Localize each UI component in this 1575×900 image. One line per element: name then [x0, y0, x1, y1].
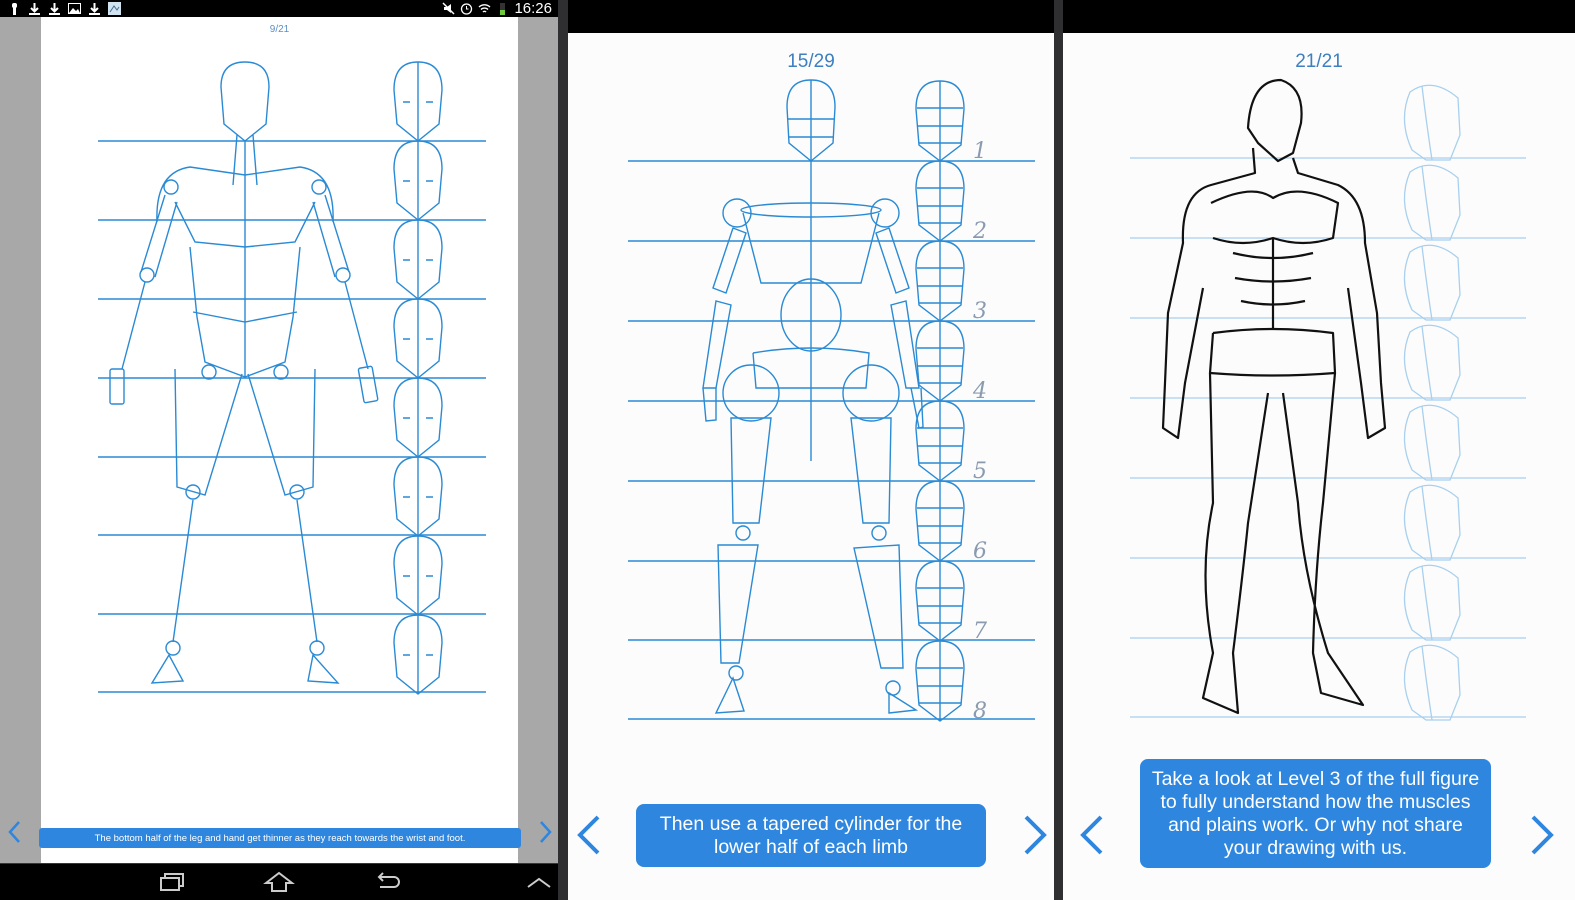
- top-band: [1063, 0, 1575, 33]
- app-thumbnail-icon: [108, 2, 121, 15]
- head-centerline: [1421, 485, 1433, 561]
- joint: [309, 640, 325, 656]
- clock: 16:26: [514, 0, 552, 17]
- joint: [728, 665, 744, 681]
- joint: [735, 525, 751, 541]
- shorts: [1208, 327, 1337, 377]
- tutorial-panel-1: 16:26 9/21 The bottom half of the leg an…: [0, 0, 558, 900]
- tutorial-panel-3: 21/21 Take a look at Level 3 of the full…: [1063, 33, 1575, 900]
- head-number: 3: [973, 299, 987, 324]
- joint: [311, 179, 327, 195]
- joint: [201, 364, 217, 380]
- head-number: 7: [973, 619, 987, 644]
- head-centerline: [1421, 405, 1433, 481]
- previous-page-button[interactable]: [1075, 811, 1109, 859]
- download-icon: [89, 3, 100, 15]
- back-icon[interactable]: [370, 869, 404, 895]
- head-unit-3d: [1403, 564, 1461, 641]
- instruction-caption: Take a look at Level 3 of the full figur…: [1140, 759, 1491, 868]
- head-number: 5: [973, 459, 987, 484]
- head-grid: [787, 80, 835, 161]
- status-bar: 16:26: [0, 0, 558, 17]
- system-icons: 16:26: [442, 0, 552, 17]
- head-unit-3d: [1403, 484, 1461, 561]
- figure-drawing-proportions: [98, 61, 486, 695]
- instruction-caption: The bottom half of the leg and hand get …: [39, 828, 521, 848]
- next-page-button[interactable]: [535, 818, 555, 846]
- lower-leg-tapered-cylinder: [717, 544, 904, 669]
- notification-icons: [8, 0, 121, 17]
- hand: [357, 365, 379, 404]
- pectorals: [1210, 190, 1340, 245]
- download-icon: [49, 3, 60, 15]
- hand: [109, 368, 125, 405]
- head-unit-3d: [1403, 244, 1461, 321]
- next-page-button[interactable]: [1018, 811, 1052, 859]
- head-centerline: [1421, 645, 1433, 721]
- head-number: 2: [972, 219, 987, 244]
- head-unit-3d: [1403, 324, 1461, 401]
- head-unit-3d: [1403, 404, 1461, 481]
- figure-head: [1246, 78, 1303, 163]
- head-number: 1: [973, 139, 987, 164]
- android-nav-bar: [0, 863, 558, 900]
- download-icon: [29, 3, 40, 15]
- joint: [885, 680, 901, 696]
- head-centerline: [1421, 245, 1433, 321]
- head-number: 8: [973, 699, 987, 724]
- panel-divider: [558, 0, 568, 900]
- head-number: 4: [972, 379, 987, 404]
- usb-icon: [12, 3, 17, 15]
- joint: [165, 640, 181, 656]
- joint: [163, 179, 179, 195]
- head-unit-3d: [1403, 164, 1461, 241]
- previous-page-button[interactable]: [572, 811, 606, 859]
- menu-up-icon[interactable]: [522, 869, 556, 895]
- tutorial-page: 9/21: [41, 17, 518, 863]
- head-centerline: [1421, 85, 1433, 161]
- recent-apps-icon[interactable]: [155, 869, 189, 895]
- panel-divider: [1054, 0, 1063, 900]
- previous-page-button[interactable]: [5, 818, 25, 846]
- wifi-icon: [478, 4, 491, 13]
- alarm-icon: [461, 3, 473, 15]
- joint-ball: [722, 364, 780, 422]
- figure-drawing-cylinders: 1 2 3 4 5 6 7 8: [628, 79, 1035, 724]
- tutorial-panel-2: 1 2 3 4 5 6 7 8 15/29 Then use a tapered cylind…: [568, 33, 1054, 900]
- abdominals: [1232, 238, 1314, 328]
- foot: [714, 676, 919, 714]
- home-icon[interactable]: [262, 869, 296, 895]
- joint: [871, 525, 887, 541]
- hand: [702, 387, 924, 429]
- head-unit-3d: [1403, 644, 1461, 721]
- head-centerline: [1421, 325, 1433, 401]
- legs: [1201, 372, 1365, 715]
- battery-icon: [500, 3, 506, 15]
- page-counter: 15/29: [787, 51, 835, 72]
- page-counter: 9/21: [269, 24, 290, 35]
- foot: [150, 653, 340, 684]
- joint: [273, 364, 289, 380]
- head-centerline: [1421, 565, 1433, 641]
- thigh: [174, 368, 316, 496]
- head-centerline: [1421, 165, 1433, 241]
- next-page-button[interactable]: [1525, 811, 1559, 859]
- figure-head: [220, 61, 270, 142]
- page-counter: 21/21: [1295, 51, 1343, 72]
- joint-ball: [842, 364, 900, 422]
- top-band: [568, 0, 1054, 33]
- instruction-caption: Then use a tapered cylinder for the lowe…: [636, 804, 986, 867]
- image-icon: [68, 3, 81, 14]
- head-number: 6: [973, 539, 987, 564]
- head-unit-3d: [1403, 84, 1461, 161]
- lower-leg: [172, 499, 318, 643]
- mute-icon: [442, 2, 455, 15]
